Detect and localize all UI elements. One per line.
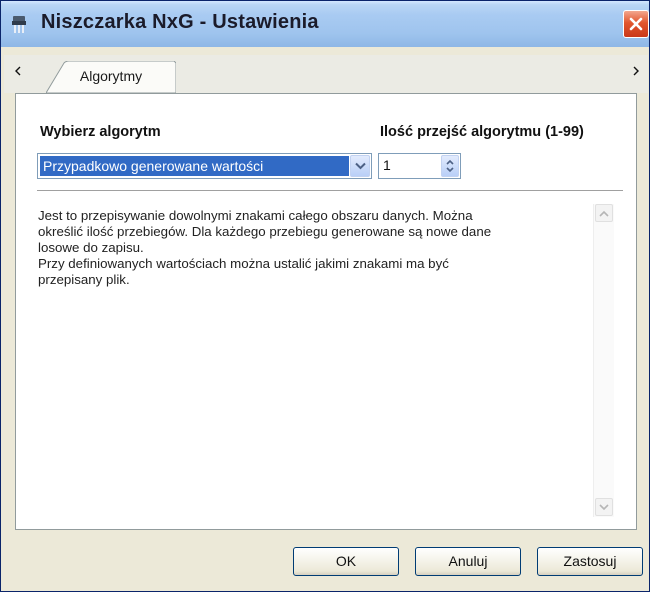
passes-spinner[interactable]: 1 — [378, 153, 461, 179]
spinner-updown-icon — [446, 159, 454, 173]
algorithm-dropdown[interactable]: Przypadkowo generowane wartości — [37, 153, 372, 179]
dropdown-button[interactable] — [350, 155, 370, 177]
tab-scroll-right-button[interactable] — [632, 65, 640, 79]
passes-label: Ilość przejść algorytmu (1-99) — [380, 124, 584, 140]
tab-content-panel: Wybierz algorytm Ilość przejść algorytmu… — [15, 93, 637, 530]
chevron-right-icon — [633, 66, 639, 76]
apply-button[interactable]: Zastosuj — [537, 547, 643, 576]
chevron-up-icon — [599, 210, 609, 217]
settings-window: Niszczarka NxG - Ustawienia Algorytmy Wy… — [0, 0, 650, 592]
spinner-buttons[interactable] — [441, 155, 459, 177]
algorithm-selected-value: Przypadkowo generowane wartości — [40, 156, 349, 176]
algorithm-description: Jest to przepisywanie dowolnymi znakami … — [35, 198, 605, 510]
ok-button[interactable]: OK — [293, 547, 399, 576]
tab-label: Algorytmy — [79, 68, 143, 84]
window-title: Niszczarka NxG - Ustawienia — [41, 11, 319, 33]
shredder-icon — [12, 16, 26, 33]
chevron-down-icon — [355, 162, 366, 170]
description-scrollbar[interactable] — [593, 204, 614, 517]
tab-strip: Algorytmy — [4, 55, 648, 93]
tab-scroll-left-button[interactable] — [14, 65, 22, 79]
description-text: Jest to przepisywanie dowolnymi znakami … — [38, 208, 492, 287]
chevron-down-icon — [599, 504, 609, 511]
close-button[interactable] — [623, 10, 649, 38]
tab-algorytmy[interactable]: Algorytmy — [46, 61, 176, 93]
cancel-button[interactable]: Anuluj — [415, 547, 521, 576]
scroll-down-button[interactable] — [595, 498, 613, 516]
separator — [37, 190, 623, 191]
algorithm-label: Wybierz algorytm — [40, 124, 161, 140]
close-icon — [629, 17, 643, 31]
chevron-left-icon — [15, 66, 21, 76]
scroll-up-button[interactable] — [595, 204, 613, 222]
title-bar[interactable]: Niszczarka NxG - Ustawienia — [1, 1, 649, 47]
passes-value[interactable]: 1 — [383, 157, 391, 173]
